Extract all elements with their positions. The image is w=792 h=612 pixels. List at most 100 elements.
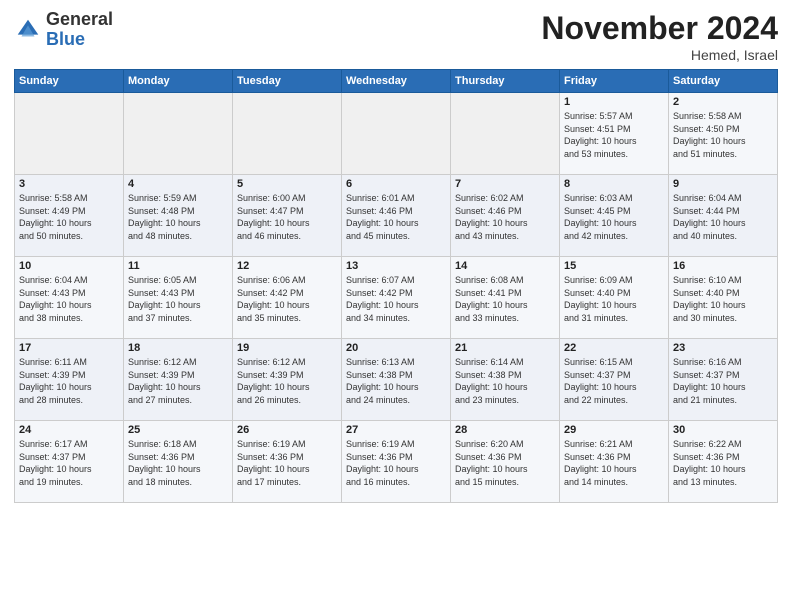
- day-number: 5: [237, 178, 337, 190]
- day-cell: 4Sunrise: 5:59 AM Sunset: 4:48 PM Daylig…: [124, 175, 233, 257]
- day-number: 17: [19, 342, 119, 354]
- day-cell: 14 Sunrise: 6:08 AM Sunset: 4:41 PM Dayli…: [451, 257, 560, 339]
- weekday-wednesday: Wednesday: [342, 70, 451, 93]
- day-info: Sunrise: 6:08 AM Sunset: 4:41 PM Dayligh…: [455, 274, 555, 324]
- weekday-sunday: Sunday: [15, 70, 124, 93]
- day-info: Sunrise: 6:21 AM Sunset: 4:36 PM Dayligh…: [564, 438, 664, 488]
- day-info: Sunrise: 6:05 AM Sunset: 4:43 PM Dayligh…: [128, 274, 228, 324]
- day-cell: 8 Sunrise: 6:03 AM Sunset: 4:45 PM Daylig…: [560, 175, 669, 257]
- day-cell: 25 Sunrise: 6:18 AM Sunset: 4:36 PM Dayli…: [124, 421, 233, 503]
- day-cell: 10 Sunrise: 6:04 AM Sunset: 4:43 PM Dayli…: [15, 257, 124, 339]
- day-info: Sunrise: 6:06 AM Sunset: 4:42 PM Dayligh…: [237, 274, 337, 324]
- day-number: 26: [237, 424, 337, 436]
- week-row-2: 10 Sunrise: 6:04 AM Sunset: 4:43 PM Dayli…: [15, 257, 778, 339]
- day-cell: 16Sunrise: 6:10 AM Sunset: 4:40 PM Dayli…: [669, 257, 778, 339]
- day-cell: 6 Sunrise: 6:01 AM Sunset: 4:46 PM Daylig…: [342, 175, 451, 257]
- day-number: 10: [19, 260, 119, 272]
- week-row-3: 17 Sunrise: 6:11 AM Sunset: 4:39 PM Dayli…: [15, 339, 778, 421]
- day-cell: [124, 93, 233, 175]
- day-cell: 26 Sunrise: 6:19 AM Sunset: 4:36 PM Dayli…: [233, 421, 342, 503]
- logo-general: General: [46, 9, 113, 29]
- day-info: Sunrise: 6:12 AM Sunset: 4:39 PM Dayligh…: [128, 356, 228, 406]
- day-number: 19: [237, 342, 337, 354]
- day-cell: [342, 93, 451, 175]
- weekday-header-row: SundayMondayTuesdayWednesdayThursdayFrid…: [15, 70, 778, 93]
- day-number: 25: [128, 424, 228, 436]
- day-cell: 7Sunrise: 6:02 AM Sunset: 4:46 PM Daylig…: [451, 175, 560, 257]
- day-cell: 9 Sunrise: 6:04 AM Sunset: 4:44 PM Daylig…: [669, 175, 778, 257]
- day-cell: 30 Sunrise: 6:22 AM Sunset: 4:36 PM Dayli…: [669, 421, 778, 503]
- day-cell: 1 Sunrise: 5:57 AM Sunset: 4:51 PM Daylig…: [560, 93, 669, 175]
- day-number: 27: [346, 424, 446, 436]
- day-info: Sunrise: 6:11 AM Sunset: 4:39 PM Dayligh…: [19, 356, 119, 406]
- day-info: Sunrise: 6:18 AM Sunset: 4:36 PM Dayligh…: [128, 438, 228, 488]
- day-cell: 18 Sunrise: 6:12 AM Sunset: 4:39 PM Dayli…: [124, 339, 233, 421]
- day-info: Sunrise: 5:59 AM Sunset: 4:48 PM Dayligh…: [128, 192, 228, 242]
- day-info: Sunrise: 6:12 AM Sunset: 4:39 PM Dayligh…: [237, 356, 337, 406]
- day-number: 11: [128, 260, 228, 272]
- month-title: November 2024: [541, 10, 778, 47]
- day-info: Sunrise: 5:58 AM Sunset: 4:50 PM Dayligh…: [673, 110, 773, 160]
- day-info: Sunrise: 6:07 AM Sunset: 4:42 PM Dayligh…: [346, 274, 446, 324]
- day-cell: 12 Sunrise: 6:06 AM Sunset: 4:42 PM Dayli…: [233, 257, 342, 339]
- logo: General Blue: [14, 10, 113, 50]
- day-number: 30: [673, 424, 773, 436]
- day-info: Sunrise: 6:17 AM Sunset: 4:37 PM Dayligh…: [19, 438, 119, 488]
- day-info: Sunrise: 6:19 AM Sunset: 4:36 PM Dayligh…: [237, 438, 337, 488]
- day-cell: 24 Sunrise: 6:17 AM Sunset: 4:37 PM Dayli…: [15, 421, 124, 503]
- day-info: Sunrise: 6:04 AM Sunset: 4:43 PM Dayligh…: [19, 274, 119, 324]
- calendar-page: General Blue November 2024 Hemed, Israel…: [0, 0, 792, 612]
- header: General Blue November 2024 Hemed, Israel: [14, 10, 778, 63]
- day-info: Sunrise: 6:15 AM Sunset: 4:37 PM Dayligh…: [564, 356, 664, 406]
- day-number: 16: [673, 260, 773, 272]
- day-number: 28: [455, 424, 555, 436]
- day-info: Sunrise: 6:03 AM Sunset: 4:45 PM Dayligh…: [564, 192, 664, 242]
- day-info: Sunrise: 6:22 AM Sunset: 4:36 PM Dayligh…: [673, 438, 773, 488]
- day-cell: 17 Sunrise: 6:11 AM Sunset: 4:39 PM Dayli…: [15, 339, 124, 421]
- day-info: Sunrise: 5:57 AM Sunset: 4:51 PM Dayligh…: [564, 110, 664, 160]
- day-number: 18: [128, 342, 228, 354]
- weekday-monday: Monday: [124, 70, 233, 93]
- day-info: Sunrise: 6:20 AM Sunset: 4:36 PM Dayligh…: [455, 438, 555, 488]
- day-number: 1: [564, 96, 664, 108]
- day-info: Sunrise: 6:14 AM Sunset: 4:38 PM Dayligh…: [455, 356, 555, 406]
- day-number: 2: [673, 96, 773, 108]
- day-cell: 27 Sunrise: 6:19 AM Sunset: 4:36 PM Dayli…: [342, 421, 451, 503]
- week-row-0: 1 Sunrise: 5:57 AM Sunset: 4:51 PM Daylig…: [15, 93, 778, 175]
- weekday-friday: Friday: [560, 70, 669, 93]
- day-number: 7: [455, 178, 555, 190]
- day-cell: [15, 93, 124, 175]
- day-cell: 19 Sunrise: 6:12 AM Sunset: 4:39 PM Dayli…: [233, 339, 342, 421]
- day-cell: 2 Sunrise: 5:58 AM Sunset: 4:50 PM Daylig…: [669, 93, 778, 175]
- day-number: 22: [564, 342, 664, 354]
- day-cell: 15Sunrise: 6:09 AM Sunset: 4:40 PM Dayli…: [560, 257, 669, 339]
- day-number: 9: [673, 178, 773, 190]
- day-cell: 5Sunrise: 6:00 AM Sunset: 4:47 PM Daylig…: [233, 175, 342, 257]
- day-info: Sunrise: 5:58 AM Sunset: 4:49 PM Dayligh…: [19, 192, 119, 242]
- day-info: Sunrise: 6:13 AM Sunset: 4:38 PM Dayligh…: [346, 356, 446, 406]
- day-number: 6: [346, 178, 446, 190]
- title-block: November 2024 Hemed, Israel: [541, 10, 778, 63]
- day-number: 24: [19, 424, 119, 436]
- week-row-4: 24 Sunrise: 6:17 AM Sunset: 4:37 PM Dayli…: [15, 421, 778, 503]
- day-cell: 23Sunrise: 6:16 AM Sunset: 4:37 PM Dayli…: [669, 339, 778, 421]
- day-cell: 3 Sunrise: 5:58 AM Sunset: 4:49 PM Daylig…: [15, 175, 124, 257]
- day-number: 12: [237, 260, 337, 272]
- day-number: 21: [455, 342, 555, 354]
- day-number: 15: [564, 260, 664, 272]
- logo-blue: Blue: [46, 29, 85, 49]
- day-cell: 29Sunrise: 6:21 AM Sunset: 4:36 PM Dayli…: [560, 421, 669, 503]
- day-info: Sunrise: 6:01 AM Sunset: 4:46 PM Dayligh…: [346, 192, 446, 242]
- day-info: Sunrise: 6:04 AM Sunset: 4:44 PM Dayligh…: [673, 192, 773, 242]
- day-cell: 20Sunrise: 6:13 AM Sunset: 4:38 PM Dayli…: [342, 339, 451, 421]
- day-cell: 11 Sunrise: 6:05 AM Sunset: 4:43 PM Dayli…: [124, 257, 233, 339]
- day-cell: 28 Sunrise: 6:20 AM Sunset: 4:36 PM Dayli…: [451, 421, 560, 503]
- day-number: 8: [564, 178, 664, 190]
- day-info: Sunrise: 6:19 AM Sunset: 4:36 PM Dayligh…: [346, 438, 446, 488]
- day-cell: 13Sunrise: 6:07 AM Sunset: 4:42 PM Dayli…: [342, 257, 451, 339]
- day-number: 3: [19, 178, 119, 190]
- day-number: 14: [455, 260, 555, 272]
- calendar-table: SundayMondayTuesdayWednesdayThursdayFrid…: [14, 69, 778, 503]
- weekday-tuesday: Tuesday: [233, 70, 342, 93]
- location: Hemed, Israel: [541, 47, 778, 63]
